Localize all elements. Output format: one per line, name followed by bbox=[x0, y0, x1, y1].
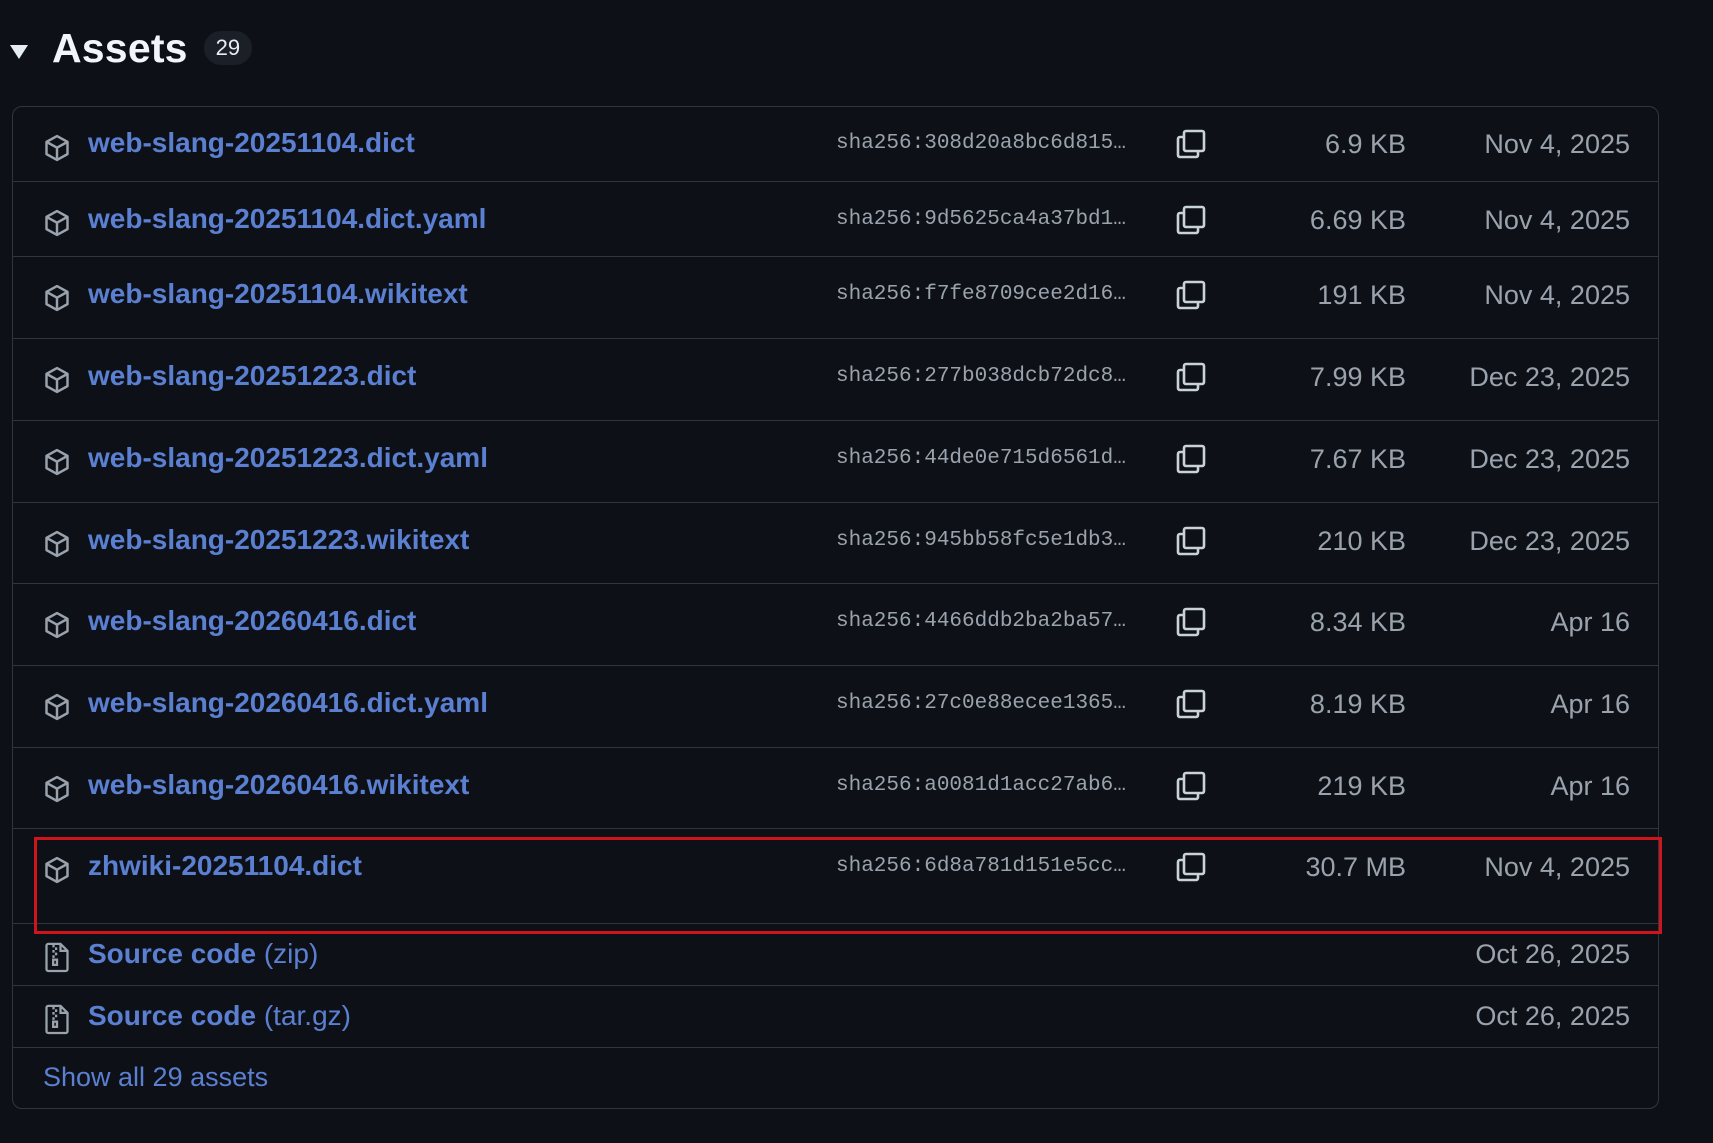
asset-link[interactable]: web-slang-20251223.wikitext bbox=[88, 524, 469, 556]
package-icon bbox=[45, 209, 69, 237]
asset-link[interactable]: web-slang-20251223.dict.yaml bbox=[88, 442, 488, 474]
asset-link[interactable]: web-slang-20251223.dict bbox=[88, 360, 416, 392]
source-code-row: Source code (zip) Oct 26, 2025 bbox=[13, 923, 1658, 985]
copy-icon[interactable] bbox=[1175, 128, 1207, 160]
asset-sha: sha256:308d20a8bc6d815… bbox=[836, 132, 1126, 155]
source-code-label: Source code bbox=[88, 938, 257, 969]
asset-link[interactable]: web-slang-20260416.dict.yaml bbox=[88, 687, 488, 719]
asset-size: 30.7 MB bbox=[1305, 852, 1406, 882]
asset-date: Apr 16 bbox=[1550, 607, 1630, 637]
package-icon bbox=[45, 366, 69, 394]
copy-icon[interactable] bbox=[1175, 606, 1207, 638]
asset-sha: sha256:44de0e715d6561d… bbox=[836, 447, 1126, 470]
asset-row: web-slang-20251223.wikitext sha256:945bb… bbox=[13, 502, 1658, 583]
package-icon bbox=[45, 134, 69, 162]
caret-down-icon[interactable] bbox=[10, 45, 28, 59]
asset-date: Nov 4, 2025 bbox=[1484, 205, 1630, 235]
asset-row: web-slang-20260416.dict.yaml sha256:27c0… bbox=[13, 665, 1658, 747]
source-code-ext: (tar.gz) bbox=[263, 1000, 351, 1031]
asset-date: Nov 4, 2025 bbox=[1484, 129, 1630, 159]
file-zip-icon bbox=[45, 1004, 69, 1035]
assets-count-badge: 29 bbox=[203, 31, 253, 65]
copy-icon[interactable] bbox=[1175, 525, 1207, 557]
asset-date: Dec 23, 2025 bbox=[1469, 444, 1630, 474]
source-code-date: Oct 26, 2025 bbox=[1475, 939, 1630, 969]
asset-size: 8.19 KB bbox=[1309, 689, 1406, 719]
asset-row: zhwiki-20251104.dict sha256:6d8a781d151e… bbox=[13, 828, 1658, 910]
asset-row: web-slang-20260416.dict sha256:4466ddb2b… bbox=[13, 583, 1658, 665]
package-icon bbox=[45, 693, 69, 721]
assets-header[interactable]: Assets 29 bbox=[10, 20, 253, 76]
show-all-assets-link[interactable]: Show all 29 assets bbox=[43, 1062, 268, 1093]
asset-size: 7.99 KB bbox=[1309, 362, 1406, 392]
package-icon bbox=[45, 611, 69, 639]
asset-sha: sha256:6d8a781d151e5cc… bbox=[836, 855, 1126, 878]
source-code-label: Source code bbox=[88, 1000, 257, 1031]
asset-size: 210 KB bbox=[1317, 526, 1406, 556]
asset-size: 6.69 KB bbox=[1309, 205, 1406, 235]
copy-icon[interactable] bbox=[1175, 770, 1207, 802]
copy-icon[interactable] bbox=[1175, 851, 1207, 883]
asset-row: web-slang-20251104.dict sha256:308d20a8b… bbox=[13, 107, 1658, 181]
asset-sha: sha256:9d5625ca4a37bd1… bbox=[836, 208, 1126, 231]
file-zip-icon bbox=[45, 942, 69, 973]
asset-size: 8.34 KB bbox=[1309, 607, 1406, 637]
asset-date: Dec 23, 2025 bbox=[1469, 362, 1630, 392]
asset-link[interactable]: web-slang-20260416.wikitext bbox=[88, 769, 469, 801]
copy-icon[interactable] bbox=[1175, 688, 1207, 720]
source-code-row: Source code (tar.gz) Oct 26, 2025 bbox=[13, 985, 1658, 1047]
asset-row: web-slang-20251104.dict.yaml sha256:9d56… bbox=[13, 181, 1658, 256]
show-all-row: Show all 29 assets bbox=[13, 1047, 1658, 1108]
asset-date: Dec 23, 2025 bbox=[1469, 526, 1630, 556]
package-icon bbox=[45, 284, 69, 312]
copy-icon[interactable] bbox=[1175, 204, 1207, 236]
assets-title: Assets bbox=[52, 24, 188, 71]
asset-link[interactable]: web-slang-20260416.dict bbox=[88, 605, 416, 637]
asset-row: web-slang-20251223.dict sha256:277b038dc… bbox=[13, 338, 1658, 420]
asset-size: 219 KB bbox=[1317, 771, 1406, 801]
asset-sha: sha256:27c0e88ecee1365… bbox=[836, 692, 1126, 715]
asset-sha: sha256:945bb58fc5e1db3… bbox=[836, 529, 1126, 552]
asset-row: web-slang-20260416.wikitext sha256:a0081… bbox=[13, 747, 1658, 828]
package-icon bbox=[45, 775, 69, 803]
asset-date: Nov 4, 2025 bbox=[1484, 280, 1630, 310]
asset-row: web-slang-20251104.wikitext sha256:f7fe8… bbox=[13, 256, 1658, 338]
asset-link[interactable]: web-slang-20251104.wikitext bbox=[88, 278, 468, 310]
asset-date: Apr 16 bbox=[1550, 689, 1630, 719]
asset-link[interactable]: zhwiki-20251104.dict bbox=[88, 850, 362, 882]
asset-size: 6.9 KB bbox=[1324, 129, 1406, 159]
asset-link[interactable]: web-slang-20251104.dict.yaml bbox=[88, 203, 486, 235]
copy-icon[interactable] bbox=[1175, 279, 1207, 311]
source-code-date: Oct 26, 2025 bbox=[1475, 1001, 1630, 1031]
package-icon bbox=[45, 856, 69, 884]
asset-sha: sha256:f7fe8709cee2d16… bbox=[836, 283, 1126, 306]
asset-link[interactable]: web-slang-20251104.dict bbox=[88, 127, 415, 159]
copy-icon[interactable] bbox=[1175, 443, 1207, 475]
source-code-targz-link[interactable]: Source code (tar.gz) bbox=[88, 1000, 351, 1032]
asset-sha: sha256:a0081d1acc27ab6… bbox=[836, 774, 1126, 797]
package-icon bbox=[45, 448, 69, 476]
package-icon bbox=[45, 530, 69, 558]
source-code-ext: (zip) bbox=[263, 938, 319, 969]
asset-size: 191 KB bbox=[1317, 280, 1406, 310]
asset-date: Apr 16 bbox=[1550, 771, 1630, 801]
asset-date: Nov 4, 2025 bbox=[1484, 852, 1630, 882]
asset-sha: sha256:4466ddb2ba2ba57… bbox=[836, 610, 1126, 633]
copy-icon[interactable] bbox=[1175, 361, 1207, 393]
asset-size: 7.67 KB bbox=[1309, 444, 1406, 474]
assets-list: web-slang-20251104.dict sha256:308d20a8b… bbox=[12, 106, 1659, 1109]
asset-row: web-slang-20251223.dict.yaml sha256:44de… bbox=[13, 420, 1658, 502]
source-code-zip-link[interactable]: Source code (zip) bbox=[88, 938, 318, 970]
asset-sha: sha256:277b038dcb72dc8… bbox=[836, 365, 1126, 388]
